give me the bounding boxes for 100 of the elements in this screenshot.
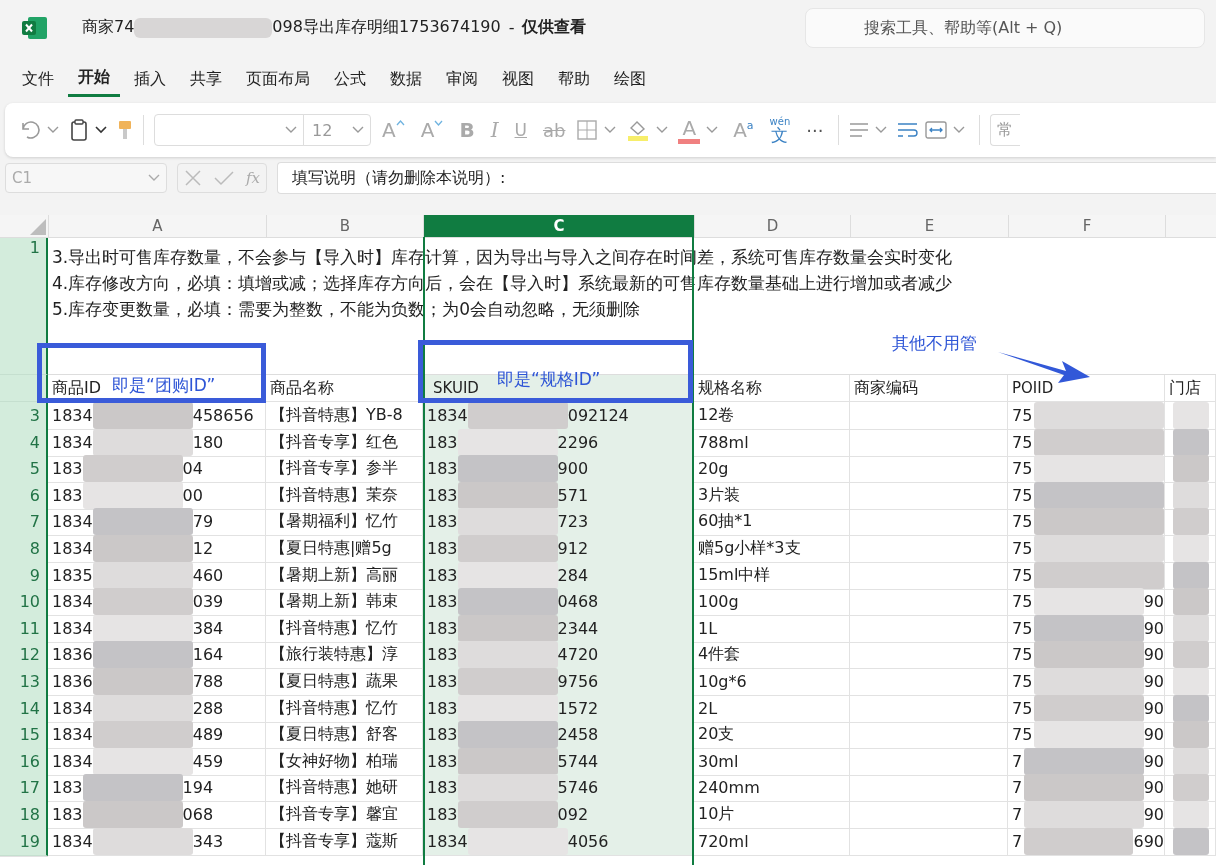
row-number[interactable]: 1 (0, 238, 48, 375)
ribbon-tab[interactable]: 审阅 (436, 62, 488, 96)
cell-text: 1834 (52, 592, 93, 612)
row-number[interactable]: 3 (0, 402, 48, 430)
cell-text: 183 (427, 565, 458, 585)
cell-text: 1834 (52, 751, 93, 771)
undo-icon[interactable] (19, 120, 41, 140)
cell-text: 1834 (52, 538, 93, 558)
cell-text: 288 (192, 698, 224, 718)
table-cell: 【暑期上新】韩束 (266, 588, 423, 617)
ribbon-tab[interactable]: 页面布局 (236, 62, 320, 96)
blurred-text (1173, 641, 1209, 669)
merge-cells-icon[interactable] (925, 121, 948, 139)
cell-text: 75 (1012, 671, 1033, 691)
cell-text: 2344 (557, 618, 599, 638)
row-number[interactable]: 10 (0, 588, 48, 617)
blurred-text (1173, 667, 1209, 695)
column-header[interactable]: A (48, 215, 266, 237)
ribbon-tab[interactable]: 插入 (124, 62, 176, 96)
column-header[interactable]: C (423, 215, 694, 237)
text-style-button[interactable]: A$^{a}$ (728, 118, 759, 142)
table-cell: 20支 (694, 721, 850, 750)
cell-text: 04 (182, 459, 203, 479)
row-number[interactable]: 15 (0, 721, 48, 750)
ribbon-tab[interactable]: 开始 (68, 61, 120, 97)
cell-text: 75 (1012, 592, 1033, 612)
caret-icon[interactable] (95, 126, 107, 134)
ribbon-tab[interactable]: 共享 (180, 62, 232, 96)
cell-text: 12 (192, 538, 214, 558)
row-number[interactable]: 19 (0, 827, 48, 856)
ribbon-tab[interactable]: 数据 (380, 62, 432, 96)
cell-text: 4056 (567, 831, 609, 851)
row-number[interactable]: 8 (0, 534, 48, 563)
blurred-text (1173, 428, 1209, 456)
cell-text: 75 (1012, 459, 1033, 479)
formula-field[interactable]: 填写说明（请勿删除本说明）: (277, 162, 1216, 194)
cell-text: 75 (1012, 538, 1033, 558)
cell-text: 183 (427, 512, 458, 532)
table-cell: 4件套 (694, 641, 850, 670)
row-number[interactable]: 9 (0, 561, 48, 590)
ribbon-tab[interactable]: 文件 (12, 62, 64, 96)
cell-text: 384 (192, 618, 224, 638)
cell-text: 183 (52, 778, 83, 798)
row-number[interactable]: 13 (0, 667, 48, 696)
row-number[interactable]: 4 (0, 428, 48, 457)
table-cell: 20g (694, 455, 850, 484)
ribbon-tab[interactable]: 帮助 (548, 62, 600, 96)
cell-text: 1834 (52, 406, 93, 425)
cell-text: 5744 (557, 751, 599, 771)
cell-text: 183 (427, 592, 458, 612)
row-number[interactable]: 14 (0, 694, 48, 723)
cell-text: 1834 (52, 432, 93, 452)
chevron-up-icon (395, 120, 405, 126)
table-cell: 15ml中样 (694, 561, 850, 590)
table-cell: 30ml (694, 747, 850, 776)
row-number[interactable]: 16 (0, 747, 48, 776)
column-header[interactable]: E (850, 215, 1008, 237)
cell-text: 183 (52, 804, 83, 824)
ribbon-tab[interactable]: 绘图 (604, 62, 656, 96)
format-painter-icon[interactable] (117, 119, 133, 141)
more-button[interactable]: ··· (801, 119, 829, 141)
cancel-icon[interactable] (184, 169, 202, 187)
phonetic-button[interactable]: wén 文 (764, 116, 796, 144)
select-all-icon[interactable] (30, 219, 46, 235)
cell-text: 75 (1012, 618, 1033, 638)
search-field[interactable]: 搜索工具、帮助等(Alt + Q) (805, 7, 1205, 48)
blurred-text (1173, 402, 1209, 429)
wrap-text-icon[interactable] (897, 122, 920, 138)
borders-icon[interactable] (576, 119, 599, 141)
row-header[interactable] (0, 375, 48, 402)
ribbon-tab[interactable]: 视图 (492, 62, 544, 96)
row-number[interactable]: 11 (0, 614, 48, 643)
blurred-text (1173, 561, 1209, 589)
clipboard-icon[interactable] (69, 119, 89, 141)
ribbon-tab[interactable]: 公式 (324, 62, 376, 96)
cell-text: 90 (1143, 698, 1164, 718)
row-number[interactable]: 12 (0, 641, 48, 670)
cell-text: 183 (427, 645, 458, 665)
table-cell: 2L (694, 694, 850, 723)
row-number[interactable]: 17 (0, 774, 48, 803)
font-name-field[interactable] (154, 114, 304, 146)
cell-text: 723 (557, 512, 589, 532)
align-icon[interactable] (849, 122, 870, 138)
cell-text: 7 (1012, 831, 1023, 851)
row-number[interactable]: 5 (0, 455, 48, 484)
row-number[interactable]: 18 (0, 800, 48, 829)
cell-text: 75 (1012, 698, 1033, 718)
cell-text: 164 (192, 645, 224, 665)
column-header[interactable]: D (694, 215, 850, 237)
cell-text: 092 (557, 804, 589, 824)
cell-text: 183 (427, 698, 458, 718)
row-number[interactable]: 6 (0, 481, 48, 510)
number-format-field[interactable]: 常 (990, 114, 1021, 146)
font-size-field[interactable]: 12 (303, 114, 371, 146)
blurred-text (1173, 694, 1209, 722)
row-number[interactable]: 7 (0, 508, 48, 537)
annotation-text: 即是“规格ID” (497, 368, 601, 391)
column-header[interactable]: F (1008, 215, 1165, 237)
confirm-icon[interactable] (213, 170, 234, 186)
cell-text: 1834 (427, 406, 468, 425)
